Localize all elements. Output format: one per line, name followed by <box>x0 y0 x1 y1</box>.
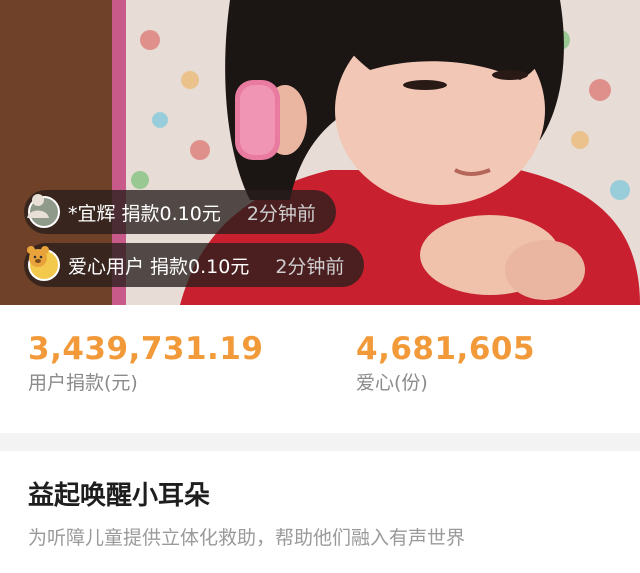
love-count-stat: 4,681,605 爱心(份) <box>356 331 535 397</box>
bear-avatar-icon <box>27 246 60 281</box>
hero-photo: *宜辉 捐款0.10元 2分钟前 爱心用户 捐款0.10元 2分钟前 <box>0 0 640 305</box>
donor-name: 爱心用户 <box>68 255 145 278</box>
donor-name: *宜辉 <box>68 202 116 225</box>
donation-amount: 捐款0.10元 <box>150 255 250 278</box>
donation-total-label: 用户捐款(元) <box>28 372 138 394</box>
donation-toast: 爱心用户 捐款0.10元 2分钟前 <box>24 243 365 287</box>
project-card[interactable]: 益起唤醒小耳朵 为听障儿童提供立体化救助，帮助他们融入有声世界 <box>0 451 640 573</box>
donation-stats: 3,439,731.19 用户捐款(元) 4,681,605 爱心(份) <box>0 305 640 433</box>
donation-amount: 捐款0.10元 <box>121 202 221 225</box>
donation-time: 2分钟前 <box>275 255 345 278</box>
love-count-value: 4,681,605 <box>356 331 536 367</box>
user-photo-avatar-icon <box>27 194 60 228</box>
project-title: 益起唤醒小耳朵 <box>28 481 211 511</box>
donation-time: 2分钟前 <box>246 202 316 225</box>
section-divider <box>0 433 640 451</box>
donation-toast: *宜辉 捐款0.10元 2分钟前 <box>24 190 336 234</box>
donation-total-stat: 3,439,731.19 用户捐款(元) <box>28 331 263 397</box>
donation-total-value: 3,439,731.19 <box>28 331 264 367</box>
project-description: 为听障儿童提供立体化救助，帮助他们融入有声世界 <box>28 527 466 549</box>
love-count-label: 爱心(份) <box>356 372 428 394</box>
